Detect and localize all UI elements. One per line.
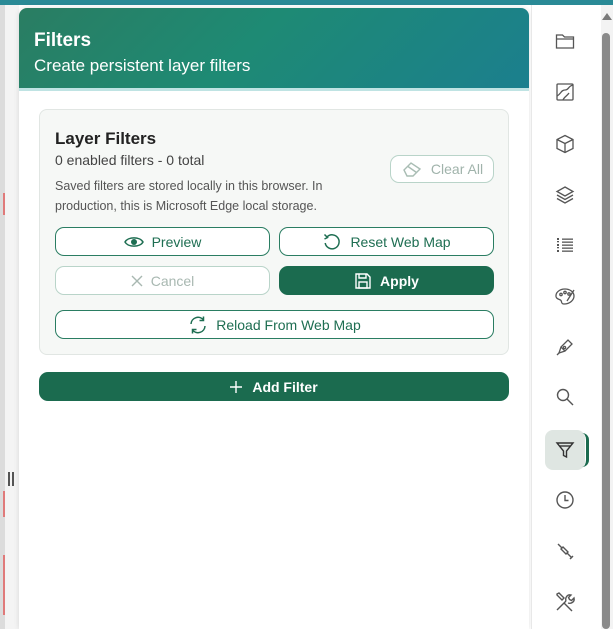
scrollbar[interactable] xyxy=(601,5,613,629)
cancel-button[interactable]: Cancel xyxy=(55,266,270,295)
eye-icon xyxy=(123,236,144,247)
filters-panel: Filters Create persistent layer filters … xyxy=(19,8,529,629)
pen-icon[interactable] xyxy=(554,336,576,358)
tool-icon[interactable] xyxy=(554,540,576,562)
clock-icon[interactable] xyxy=(554,489,576,511)
eraser-icon xyxy=(403,162,422,177)
refresh-icon xyxy=(190,316,207,333)
add-filter-button[interactable]: Add Filter xyxy=(39,372,509,401)
layer-filters-title: Layer Filters xyxy=(55,129,157,148)
splitter-track xyxy=(5,5,19,629)
reload-from-web-map-button[interactable]: Reload From Web Map xyxy=(55,310,494,339)
map-icon[interactable] xyxy=(554,81,576,103)
panel-resize-handle[interactable] xyxy=(8,472,14,488)
plus-icon xyxy=(230,380,243,393)
clear-all-label: Clear All xyxy=(430,161,484,177)
panel-subtitle: Create persistent layer filters xyxy=(34,56,251,75)
panel-title: Filters xyxy=(34,30,92,51)
scrollbar-thumb[interactable] xyxy=(602,33,610,629)
filter-counts: 0 enabled filters - 0 total xyxy=(55,152,205,168)
scroll-up-arrow[interactable] xyxy=(602,13,612,20)
filter-icon[interactable] xyxy=(554,439,576,461)
undo-icon xyxy=(324,233,341,250)
apply-button[interactable]: Apply xyxy=(279,266,494,295)
preview-button[interactable]: Preview xyxy=(55,227,270,256)
save-icon xyxy=(355,272,371,289)
clear-all-button[interactable]: Clear All xyxy=(390,155,494,183)
reset-web-map-button[interactable]: Reset Web Map xyxy=(279,227,494,256)
list-icon[interactable] xyxy=(554,234,576,256)
preview-label: Preview xyxy=(151,233,202,250)
add-filter-label: Add Filter xyxy=(252,378,318,395)
layer-filters-card: Layer Filters 0 enabled filters - 0 tota… xyxy=(39,109,509,355)
folder-icon[interactable] xyxy=(554,30,576,52)
reload-from-web-map-label: Reload From Web Map xyxy=(216,316,361,333)
cancel-label: Cancel xyxy=(150,272,195,289)
reset-web-map-label: Reset Web Map xyxy=(350,233,451,250)
tool-rail xyxy=(531,5,600,629)
close-icon xyxy=(131,275,143,286)
palette-icon[interactable] xyxy=(554,285,576,307)
active-tool-indicator xyxy=(582,433,589,467)
apply-label: Apply xyxy=(380,272,419,289)
wrench-screwdriver-icon[interactable] xyxy=(554,591,576,613)
panel-header: Filters Create persistent layer filters xyxy=(19,8,529,91)
search-icon[interactable] xyxy=(554,386,576,408)
cube-icon[interactable] xyxy=(554,133,576,155)
window-top-border xyxy=(0,0,613,5)
layers-icon[interactable] xyxy=(554,184,576,206)
storage-note: Saved filters are stored locally in this… xyxy=(55,179,323,213)
